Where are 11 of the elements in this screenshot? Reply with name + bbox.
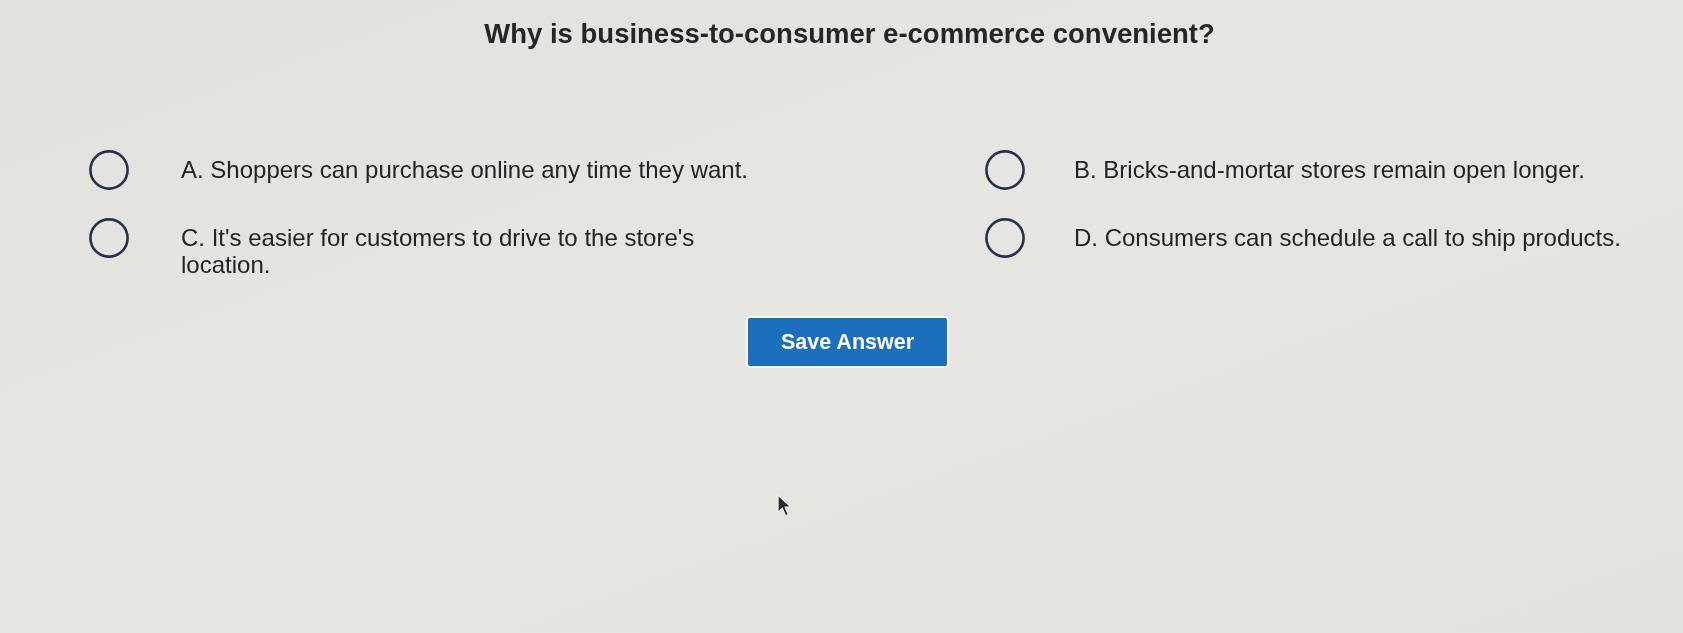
radio-button[interactable] xyxy=(985,218,1025,258)
radio-button[interactable] xyxy=(89,218,129,258)
answer-option-text[interactable]: D. Consumers can schedule a call to ship products. xyxy=(1074,224,1621,251)
question-text: Why is business-to-consumer e-commerce convenient? xyxy=(483,18,1216,50)
mouse-pointer-icon xyxy=(777,494,792,518)
radio-button[interactable] xyxy=(985,150,1025,190)
radio-button[interactable] xyxy=(89,150,129,190)
save-answer-button[interactable]: Save Answer xyxy=(746,316,949,368)
answer-option-text[interactable]: B. Bricks-and-mortar stores remain open longer. xyxy=(1074,156,1585,183)
answer-option-text[interactable]: A. Shoppers can purchase online any time they want. xyxy=(181,156,748,183)
answer-option-text[interactable]: C. It's easier for customers to drive to the store's location. xyxy=(181,224,771,278)
